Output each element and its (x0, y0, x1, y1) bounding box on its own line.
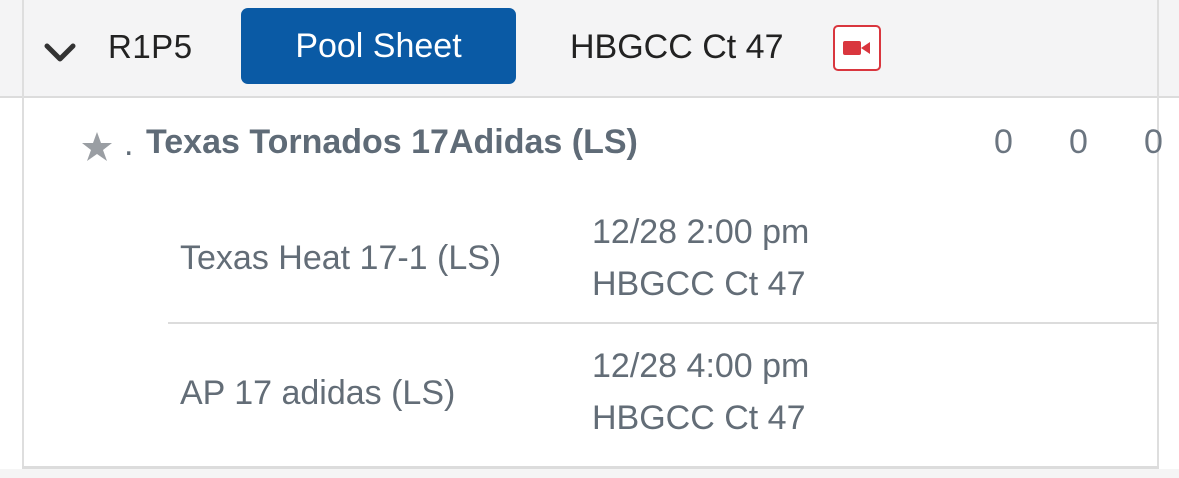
team-prefix: . (124, 125, 134, 163)
pool-header: R1P5 Pool Sheet HBGCC Ct 47 (0, 0, 1179, 98)
match-opponent[interactable]: Texas Heat 17-1 (LS) (180, 239, 501, 278)
video-camera-icon (843, 41, 870, 55)
panel-border-left (22, 0, 24, 478)
panel-border-right (1157, 0, 1159, 478)
video-button[interactable] (833, 25, 881, 71)
match-opponent[interactable]: AP 17 adidas (LS) (180, 374, 455, 413)
pool-sheet-button[interactable]: Pool Sheet (241, 8, 516, 84)
match-divider (168, 322, 1159, 324)
team-stat-3: 0 (1144, 123, 1163, 161)
star-icon[interactable] (80, 130, 114, 164)
team-name[interactable]: Texas Tornados 17Adidas (LS) (146, 123, 638, 162)
match-location: HBGCC Ct 47 (592, 265, 806, 303)
team-stat-2: 0 (1069, 123, 1088, 161)
chevron-down-icon[interactable] (42, 38, 78, 68)
match-location: HBGCC Ct 47 (592, 399, 806, 437)
pool-name: R1P5 (108, 28, 193, 65)
court-title: HBGCC Ct 47 (570, 28, 784, 66)
match-time: 12/28 4:00 pm (592, 347, 810, 385)
panel-bottom-fill (0, 469, 1179, 478)
team-stat-1: 0 (994, 123, 1013, 161)
match-time: 12/28 2:00 pm (592, 213, 810, 251)
